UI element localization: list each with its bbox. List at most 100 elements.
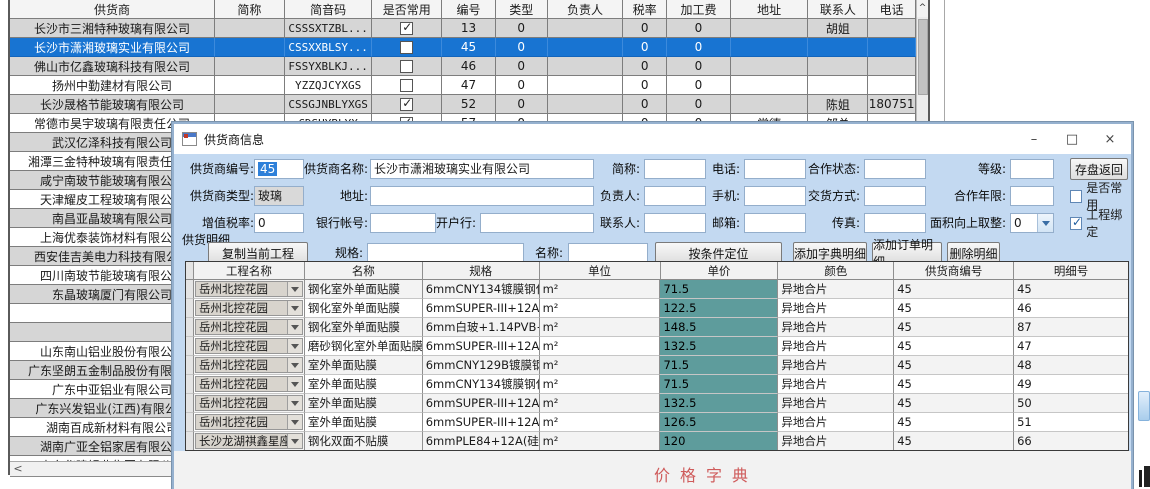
project-value: 岳州北控花园 — [196, 396, 287, 410]
supplier-row[interactable]: 扬州中勤建材有限公司YZZQJCYXGS47000 — [10, 76, 916, 95]
grid-header-name[interactable]: 名称 — [305, 262, 423, 280]
supplier-row[interactable]: 长沙市三湘特种玻璃有限公司CSSSXTZBL...13000胡姐 — [10, 19, 916, 38]
supplier-row[interactable]: 长沙晟格节能玻璃有限公司CSSGJNBLYXGS52000陈姐180751 — [10, 95, 916, 114]
grid-header-supplier-no[interactable]: 供货商编号 — [894, 262, 1014, 280]
project-combobox[interactable]: 长沙龙湖祺鑫星座 — [195, 433, 303, 449]
email-input[interactable] — [744, 213, 806, 233]
chevron-down-icon[interactable] — [1037, 214, 1053, 232]
column-header-abbr[interactable]: 简称 — [215, 0, 285, 19]
grid-header-spec[interactable]: 规格 — [423, 262, 540, 280]
detail-grid-row[interactable]: 岳州北控花园钢化室外单面贴膜6mmCNY134镀膜钢化m²71.5异地合片454… — [186, 280, 1128, 299]
mobile-input[interactable] — [744, 186, 806, 206]
cell-project-combobox[interactable]: 岳州北控花园 — [194, 375, 305, 394]
cell-project-combobox[interactable]: 岳州北控花园 — [194, 318, 305, 337]
common-use-checkbox[interactable]: 是否常用 — [1070, 186, 1131, 206]
project-combobox[interactable]: 岳州北控花园 — [195, 319, 303, 335]
name-filter-input[interactable] — [568, 243, 648, 263]
maximize-icon[interactable]: □ — [1053, 124, 1091, 154]
detail-grid-row[interactable]: 岳州北控花园室外单面贴膜6mmCNY134镀膜钢化m²71.5异地合片4549 — [186, 375, 1128, 394]
cell-common — [372, 38, 442, 57]
chevron-down-icon[interactable] — [287, 377, 302, 391]
cell-project-combobox[interactable]: 岳州北控花园 — [194, 280, 305, 299]
chevron-down-icon[interactable] — [287, 339, 302, 353]
minimize-icon[interactable]: – — [1015, 124, 1053, 154]
chevron-down-icon[interactable] — [287, 358, 302, 372]
checkbox-icon[interactable] — [400, 41, 413, 54]
grid-header-price[interactable]: 单价 — [661, 262, 779, 280]
cell-project-combobox[interactable]: 岳州北控花园 — [194, 356, 305, 375]
column-header-type[interactable]: 类型 — [496, 0, 548, 19]
scroll-left-icon[interactable]: < — [10, 462, 26, 476]
project-combobox[interactable]: 岳州北控花园 — [195, 376, 303, 392]
project-combobox[interactable]: 岳州北控花园 — [195, 338, 303, 354]
detail-grid-row[interactable]: 岳州北控花园钢化室外单面贴膜6mm白玻+1.14PVB+6mm...m²148.… — [186, 318, 1128, 337]
detail-grid-row[interactable]: 岳州北控花园钢化室外单面贴膜6mmSUPER-III+12A(硅...m²122… — [186, 299, 1128, 318]
checkbox-icon[interactable] — [400, 60, 413, 73]
coop-status-input[interactable] — [864, 159, 926, 179]
bank-account-input[interactable] — [370, 213, 436, 233]
cell-project-combobox[interactable]: 岳州北控花园 — [194, 394, 305, 413]
chevron-down-icon[interactable] — [287, 301, 302, 315]
chevron-down-icon[interactable] — [287, 320, 302, 334]
detail-grid-row[interactable]: 岳州北控花园磨砂钢化室外单面贴膜6mmSUPER-III+12A(硅...m²1… — [186, 337, 1128, 356]
delivery-method-input[interactable] — [864, 186, 926, 206]
cell-project-combobox[interactable]: 长沙龙湖祺鑫星座 — [194, 432, 305, 451]
short-name-input[interactable] — [644, 159, 706, 179]
detail-grid-row[interactable]: 岳州北控花园室外单面贴膜6mmSUPER-III+12A(硅...m²126.5… — [186, 413, 1128, 432]
coop-years-input[interactable] — [1010, 186, 1054, 206]
column-header-common[interactable]: 是否常用 — [372, 0, 442, 19]
project-combobox[interactable]: 岳州北控花园 — [195, 300, 303, 316]
column-header-contact[interactable]: 联系人 — [808, 0, 868, 19]
column-header-fee[interactable]: 加工费 — [667, 0, 731, 19]
list-horizontal-scrollbar[interactable]: < — [10, 461, 176, 477]
checkbox-checked-icon[interactable] — [400, 98, 413, 111]
column-header-manager[interactable]: 负责人 — [548, 0, 624, 19]
dialog-titlebar[interactable]: 供货商信息 – □ × — [174, 124, 1131, 154]
supplier-type-input[interactable]: 玻璃 — [254, 186, 304, 206]
project-bind-checkbox[interactable]: 工程绑定 — [1070, 213, 1131, 233]
scrollbar-thumb[interactable] — [918, 19, 928, 95]
detail-grid-row[interactable]: 长沙龙湖祺鑫星座钢化双面不贴膜6mmPLE84+12A(硅酮胶...m²120异… — [186, 432, 1128, 451]
cell-project-combobox[interactable]: 岳州北控花园 — [194, 413, 305, 432]
detail-grid-row[interactable]: 岳州北控花园室外单面贴膜6mmSUPER-III+12A(硅...m²132.5… — [186, 394, 1128, 413]
dialog-bottom-panel: 价格字典 — [174, 451, 1131, 489]
project-combobox[interactable]: 岳州北控花园 — [195, 414, 303, 430]
grid-header-unit[interactable]: 单位 — [540, 262, 661, 280]
checkbox-icon[interactable] — [400, 79, 413, 92]
chevron-down-icon[interactable] — [287, 434, 302, 448]
chevron-down-icon[interactable] — [287, 396, 302, 410]
address-input[interactable] — [370, 186, 594, 206]
area-round-up-combobox[interactable]: 0 — [1010, 213, 1054, 233]
column-header-supplier[interactable]: 供货商 — [10, 0, 215, 19]
phone-input[interactable] — [744, 159, 806, 179]
cell-project-combobox[interactable]: 岳州北控花园 — [194, 337, 305, 356]
project-combobox[interactable]: 岳州北控花园 — [195, 395, 303, 411]
project-combobox[interactable]: 岳州北控花园 — [195, 281, 303, 297]
scroll-up-icon[interactable]: ^ — [917, 0, 928, 17]
bank-name-input[interactable] — [480, 213, 594, 233]
column-header-no[interactable]: 编号 — [442, 0, 496, 19]
background-scrollbar-thumb[interactable] — [1138, 391, 1150, 421]
contact-input[interactable] — [644, 213, 706, 233]
save-return-button[interactable]: 存盘返回 — [1070, 158, 1128, 180]
project-combobox[interactable]: 岳州北控花园 — [195, 357, 303, 373]
chevron-down-icon[interactable] — [287, 282, 302, 296]
grid-header-detail-no[interactable]: 明细号 — [1014, 262, 1128, 280]
grid-header-project[interactable]: 工程名称 — [194, 262, 305, 280]
chevron-down-icon[interactable] — [287, 415, 302, 429]
column-header-code[interactable]: 简音码 — [285, 0, 373, 19]
close-icon[interactable]: × — [1091, 124, 1129, 154]
spec-filter-input[interactable] — [367, 243, 524, 263]
column-header-phone[interactable]: 电话 — [868, 0, 916, 19]
column-header-addr[interactable]: 地址 — [731, 0, 809, 19]
supplier-name-input[interactable]: 长沙市潇湘玻璃实业有限公司 — [370, 159, 594, 179]
detail-grid-row[interactable]: 岳州北控花园室外单面贴膜6mmCNY129B镀膜钢化m²71.5异地合片4548 — [186, 356, 1128, 375]
manager-input[interactable] — [644, 186, 706, 206]
supplier-row[interactable]: 长沙市潇湘玻璃实业有限公司CSSXXBLSY...45000 — [10, 38, 916, 57]
cell-project-combobox[interactable]: 岳州北控花园 — [194, 299, 305, 318]
grade-input[interactable] — [1010, 159, 1054, 179]
supplier-row[interactable]: 佛山市亿鑫玻璃科技有限公司FSSYXBLKJ...46000 — [10, 57, 916, 76]
column-header-tax[interactable]: 税率 — [623, 0, 667, 19]
grid-header-color[interactable]: 颜色 — [778, 262, 894, 280]
checkbox-checked-icon[interactable] — [400, 22, 413, 35]
